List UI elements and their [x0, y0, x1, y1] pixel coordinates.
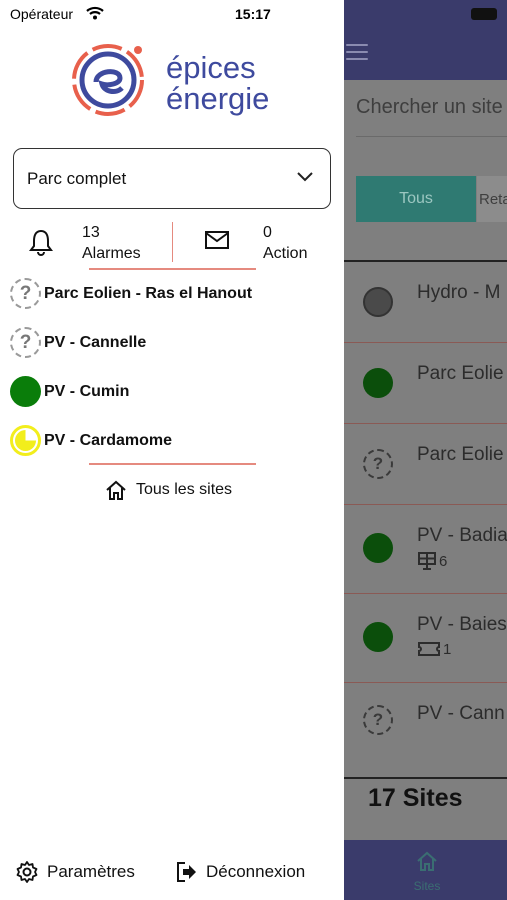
sites-underline [89, 463, 256, 465]
mail-icon[interactable] [204, 230, 230, 250]
ok-dot-icon [363, 622, 393, 652]
settings-button[interactable]: Paramètres [15, 860, 135, 884]
alarms-label: Alarmes [82, 245, 141, 262]
unknown-icon: ? [363, 449, 393, 479]
tab-sites-label: Sites [413, 879, 441, 893]
search-input[interactable]: Chercher un site [356, 96, 503, 119]
site-item-ras-el-hanout[interactable]: ? Parc Eolien - Ras el Hanout [10, 278, 252, 309]
ok-dot-icon [363, 368, 393, 398]
site-name: PV - Baies [417, 614, 507, 635]
site-item-label: PV - Cannelle [44, 333, 147, 351]
site-name: PV - Badia [417, 525, 507, 546]
ticket-icon [418, 642, 440, 656]
all-sites-link[interactable]: Tous les sites [104, 479, 232, 501]
park-selector-value: Parc complet [27, 168, 127, 188]
logout-label: Déconnexion [206, 862, 306, 881]
site-sub-info: 6 [417, 551, 447, 571]
chevron-down-icon [297, 172, 313, 182]
side-drawer: Opérateur 15:17 épices énergie Parc comp… [0, 0, 344, 900]
logo-line-2: énergie [166, 81, 270, 116]
logout-icon [177, 862, 196, 882]
filter-retard-button[interactable]: Reta [477, 176, 507, 222]
ok-dot-icon [10, 376, 41, 407]
search-underline [356, 136, 507, 137]
all-sites-label: Tous les sites [136, 481, 233, 498]
battery-icon [471, 8, 497, 20]
site-item-label: PV - Cumin [44, 382, 130, 400]
background-site-row[interactable]: Parc Eolie [344, 343, 507, 424]
alarms-count: 13 [82, 224, 100, 241]
filter-tous-button[interactable]: Tous [356, 176, 476, 222]
background-site-row[interactable]: Hydro - M [344, 262, 507, 343]
logo-wordmark: épices énergie [166, 52, 269, 114]
site-item-label: Parc Eolien - Ras el Hanout [44, 284, 253, 302]
stats-divider [172, 222, 173, 262]
unknown-icon: ? [10, 327, 41, 358]
site-count: 17 Sites [368, 784, 463, 812]
ok-dot-icon [363, 533, 393, 563]
home-icon [417, 851, 437, 871]
actions-count: 0 [263, 224, 272, 241]
actions-label: Action [263, 245, 308, 262]
bell-icon[interactable] [28, 228, 54, 256]
unknown-icon: ? [363, 705, 393, 735]
logo-line-1: épices [166, 50, 256, 85]
site-sub-info: 1 [417, 640, 451, 658]
alarms-stat[interactable]: 13 Alarmes [82, 222, 141, 264]
clock-time: 15:17 [235, 6, 271, 22]
background-site-row[interactable]: ? PV - Cann [344, 683, 507, 763]
stats-underline [89, 268, 256, 270]
site-item-cardamome[interactable]: PV - Cardamome [10, 425, 172, 456]
settings-label: Paramètres [47, 862, 135, 881]
night-icon [10, 425, 41, 456]
actions-stat[interactable]: 0 Action [263, 222, 307, 264]
gear-icon [16, 861, 38, 883]
hamburger-menu-icon[interactable] [346, 44, 368, 60]
carrier-label: Opérateur [10, 6, 74, 22]
wifi-icon [86, 6, 104, 20]
site-item-cannelle[interactable]: ? PV - Cannelle [10, 327, 146, 358]
home-icon [106, 480, 126, 500]
site-name: Parc Eolie [417, 444, 504, 465]
background-site-row[interactable]: ? Parc Eolie [344, 424, 507, 505]
sub-count: 1 [443, 640, 452, 658]
clock-icon [363, 287, 393, 317]
site-item-cumin[interactable]: PV - Cumin [10, 376, 129, 407]
unknown-icon: ? [10, 278, 41, 309]
site-name: Parc Eolie [417, 363, 504, 384]
park-selector[interactable]: Parc complet [13, 148, 331, 209]
solar-panel-icon [418, 552, 436, 570]
logout-button[interactable]: Déconnexion [174, 860, 305, 884]
site-item-label: PV - Cardamome [44, 431, 173, 449]
tab-sites[interactable]: Sites [405, 850, 449, 893]
background-site-row[interactable]: PV - Baies 1 [344, 594, 507, 683]
count-divider [344, 777, 507, 779]
site-name: Hydro - M [417, 282, 501, 303]
site-name: PV - Cann [417, 703, 505, 724]
background-site-row[interactable]: PV - Badia 6 [344, 505, 507, 594]
sub-count: 6 [439, 552, 448, 570]
